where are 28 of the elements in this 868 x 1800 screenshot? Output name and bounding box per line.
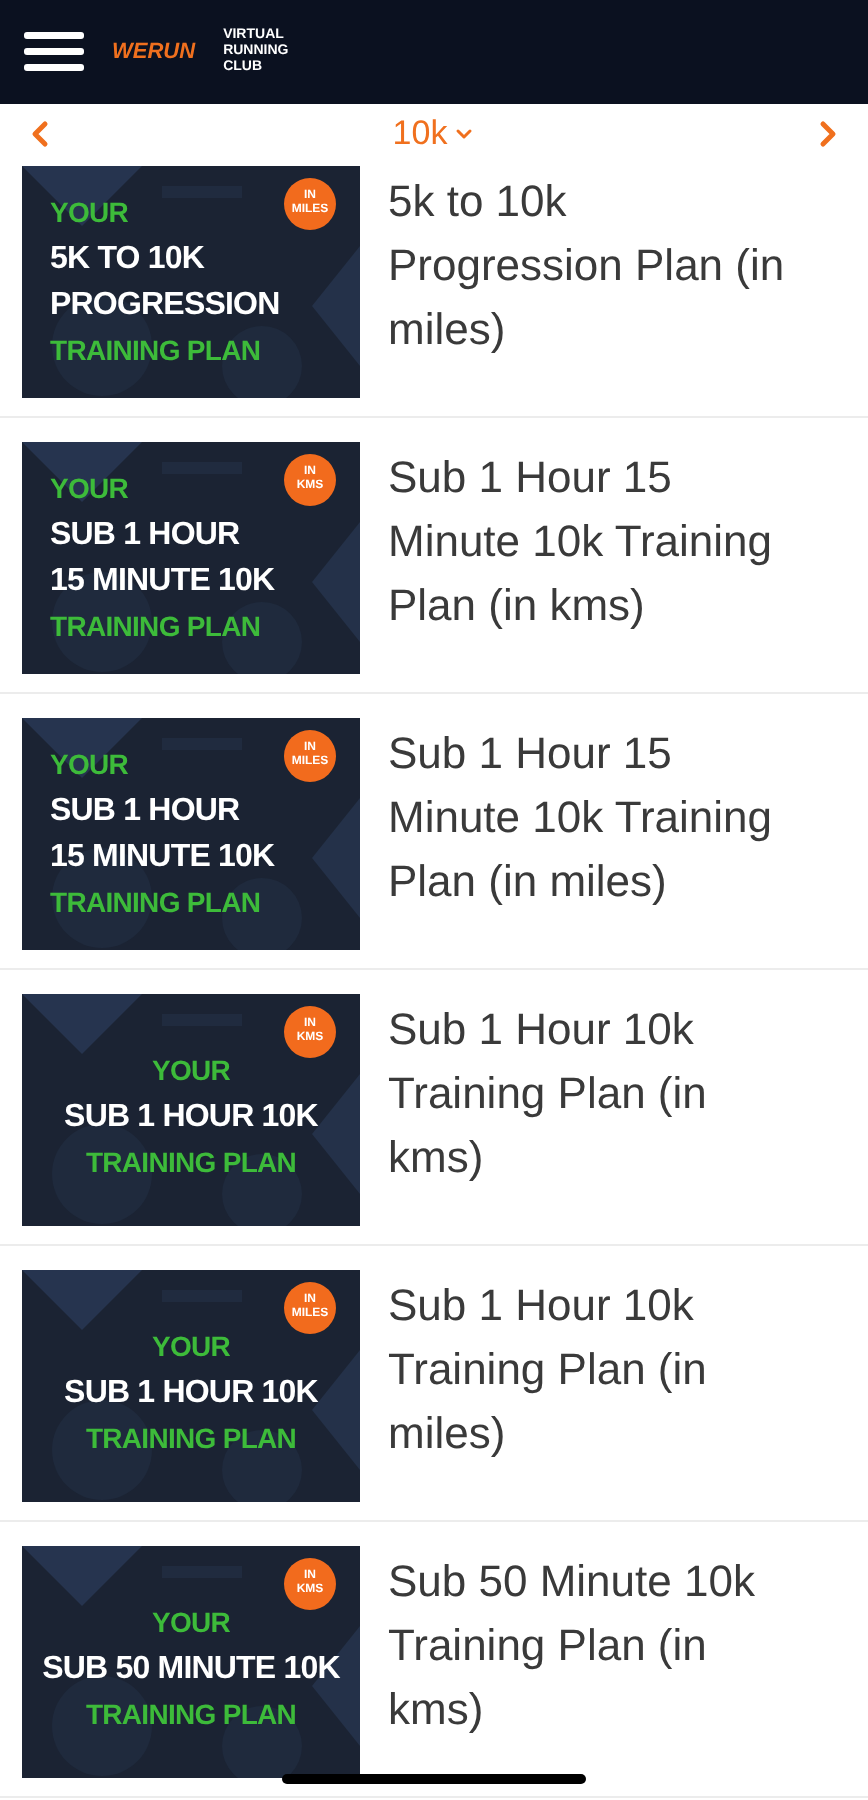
thumbnail-text: 15 MINUTE 10K bbox=[50, 838, 275, 878]
thumbnail-text: PROGRESSION bbox=[50, 286, 280, 326]
thumbnail-text: YOUR bbox=[50, 470, 129, 508]
thumbnail-text: YOUR bbox=[151, 1603, 231, 1641]
thumbnail-text: TRAINING PLAN bbox=[85, 1695, 297, 1733]
thumbnail-text: TRAINING PLAN bbox=[85, 1143, 297, 1181]
thumbnail-text: TRAINING PLAN bbox=[50, 608, 261, 646]
thumbnail-text: YOUR bbox=[50, 194, 129, 232]
thumbnail-text: 15 MINUTE 10K bbox=[50, 562, 275, 602]
thumbnail-text: YOUR bbox=[151, 1327, 231, 1365]
thumbnail-text: TRAINING PLAN bbox=[50, 884, 261, 922]
thumbnail-text: SUB 1 HOUR bbox=[50, 516, 240, 556]
thumbnail-text: TRAINING PLAN bbox=[50, 332, 261, 370]
thumbnail-text: SUB 1 HOUR 10K bbox=[64, 1097, 318, 1137]
thumbnail-text: 5K TO 10K bbox=[50, 240, 205, 280]
plan-title: Sub 50 Minute 10k Training Plan (in kms) bbox=[388, 1554, 755, 1738]
plan-title: Sub 1 Hour 10k Training Plan (in miles) bbox=[388, 1278, 707, 1462]
thumbnail-text: YOUR bbox=[151, 1051, 231, 1089]
plan-title: Sub 1 Hour 15 Minute 10k Training Plan (in miles) bbox=[388, 726, 772, 910]
brand-logo: WERUN bbox=[112, 37, 196, 68]
thumbnail-text: YOUR bbox=[50, 746, 129, 784]
thumbnail-text: SUB 1 HOUR 10K bbox=[64, 1373, 318, 1413]
thumbnail-text: SUB 50 MINUTE 10K bbox=[42, 1649, 340, 1689]
plan-title: 5k to 10k Progression Plan (in miles) bbox=[388, 174, 785, 358]
plan-title: Sub 1 Hour 15 Minute 10k Training Plan (in kms) bbox=[388, 450, 772, 634]
plan-title: Sub 1 Hour 10k Training Plan (in kms) bbox=[388, 1002, 707, 1186]
thumbnail-text: SUB 1 HOUR bbox=[50, 792, 240, 832]
thumbnail-text: TRAINING PLAN bbox=[85, 1419, 297, 1457]
